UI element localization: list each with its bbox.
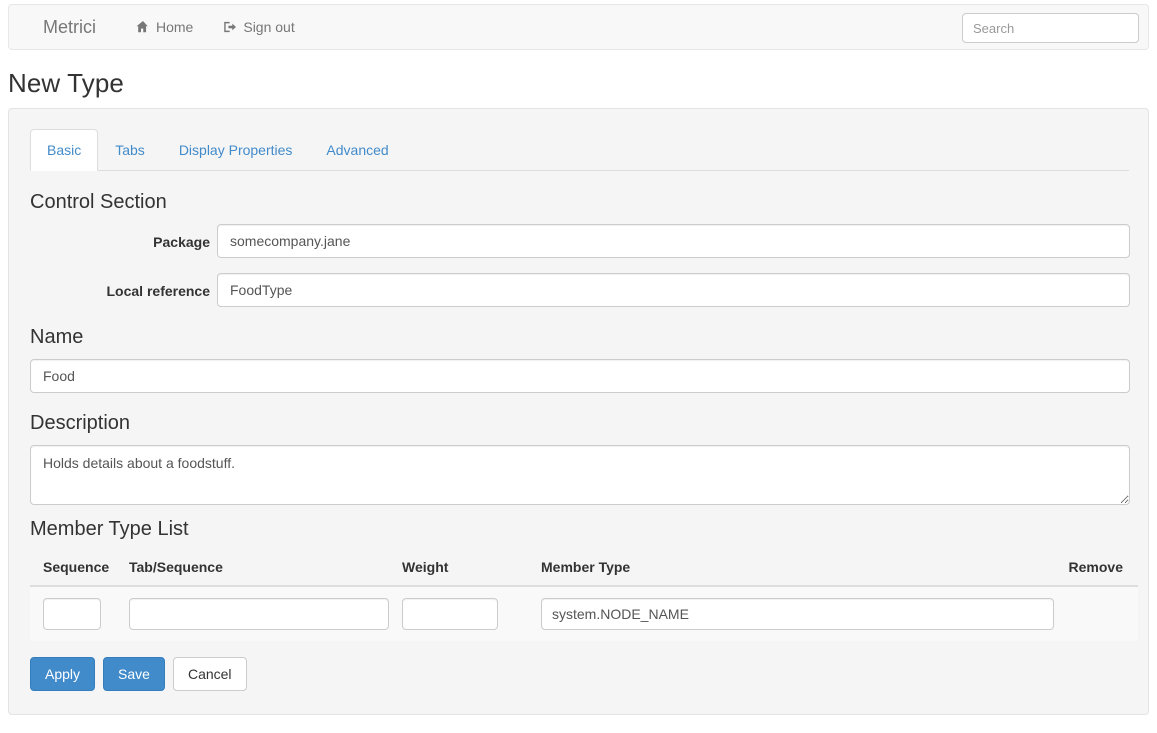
name-input[interactable] — [30, 359, 1130, 393]
column-header-tab-sequence: Tab/Sequence — [129, 559, 223, 575]
column-header-member-type: Member Type — [541, 559, 631, 575]
local-reference-label: Local reference — [106, 283, 211, 299]
column-header-sequence: Sequence — [43, 559, 110, 575]
package-input[interactable] — [217, 224, 1130, 258]
table-row — [30, 587, 1138, 641]
row-weight-input[interactable] — [402, 598, 498, 630]
row-sequence-input[interactable] — [43, 598, 101, 630]
home-icon — [136, 20, 150, 34]
member-type-table-header: Sequence Tab/Sequence Weight Member Type… — [30, 555, 1138, 587]
nav-link-home-label: Home — [156, 19, 194, 35]
tab-bar: Basic Tabs Display Properties Advanced — [30, 129, 1129, 171]
nav-link-sign-out[interactable]: Sign out — [208, 5, 309, 49]
navbar-links: Home Sign out — [121, 5, 310, 49]
form-actions: Apply Save Cancel — [30, 657, 247, 691]
row-tab-sequence-input[interactable] — [129, 598, 389, 630]
page-title: New Type — [8, 68, 124, 98]
column-header-remove: Remove — [1068, 559, 1123, 575]
package-label: Package — [153, 234, 210, 250]
description-textarea[interactable] — [30, 445, 1130, 505]
column-header-weight: Weight — [402, 559, 449, 575]
member-type-table: Sequence Tab/Sequence Weight Member Type… — [30, 555, 1138, 641]
package-row: Package — [9, 224, 1148, 258]
description-section-heading: Description — [30, 412, 131, 434]
local-reference-input[interactable] — [217, 273, 1130, 307]
navbar: Metrici Home Sign out — [8, 4, 1149, 50]
row-member-type-input[interactable] — [541, 598, 1054, 630]
control-section-heading: Control Section — [30, 191, 167, 213]
brand-link[interactable]: Metrici — [37, 5, 102, 49]
form-panel: Basic Tabs Display Properties Advanced C… — [8, 108, 1149, 715]
sign-out-icon — [223, 20, 237, 34]
tab-tabs[interactable]: Tabs — [98, 129, 162, 171]
member-type-list-heading: Member Type List — [30, 518, 189, 540]
tab-basic[interactable]: Basic — [30, 129, 99, 171]
tab-display-properties[interactable]: Display Properties — [162, 129, 310, 171]
local-reference-row: Local reference — [9, 273, 1148, 307]
name-section-heading: Name — [30, 326, 84, 348]
nav-link-home[interactable]: Home — [121, 5, 208, 49]
nav-link-sign-out-label: Sign out — [243, 19, 295, 35]
search-form — [962, 13, 1139, 43]
tab-advanced[interactable]: Advanced — [309, 129, 405, 171]
cancel-button[interactable]: Cancel — [172, 657, 247, 691]
save-button[interactable]: Save — [103, 657, 165, 691]
search-input[interactable] — [962, 13, 1139, 43]
apply-button[interactable]: Apply — [30, 657, 96, 691]
